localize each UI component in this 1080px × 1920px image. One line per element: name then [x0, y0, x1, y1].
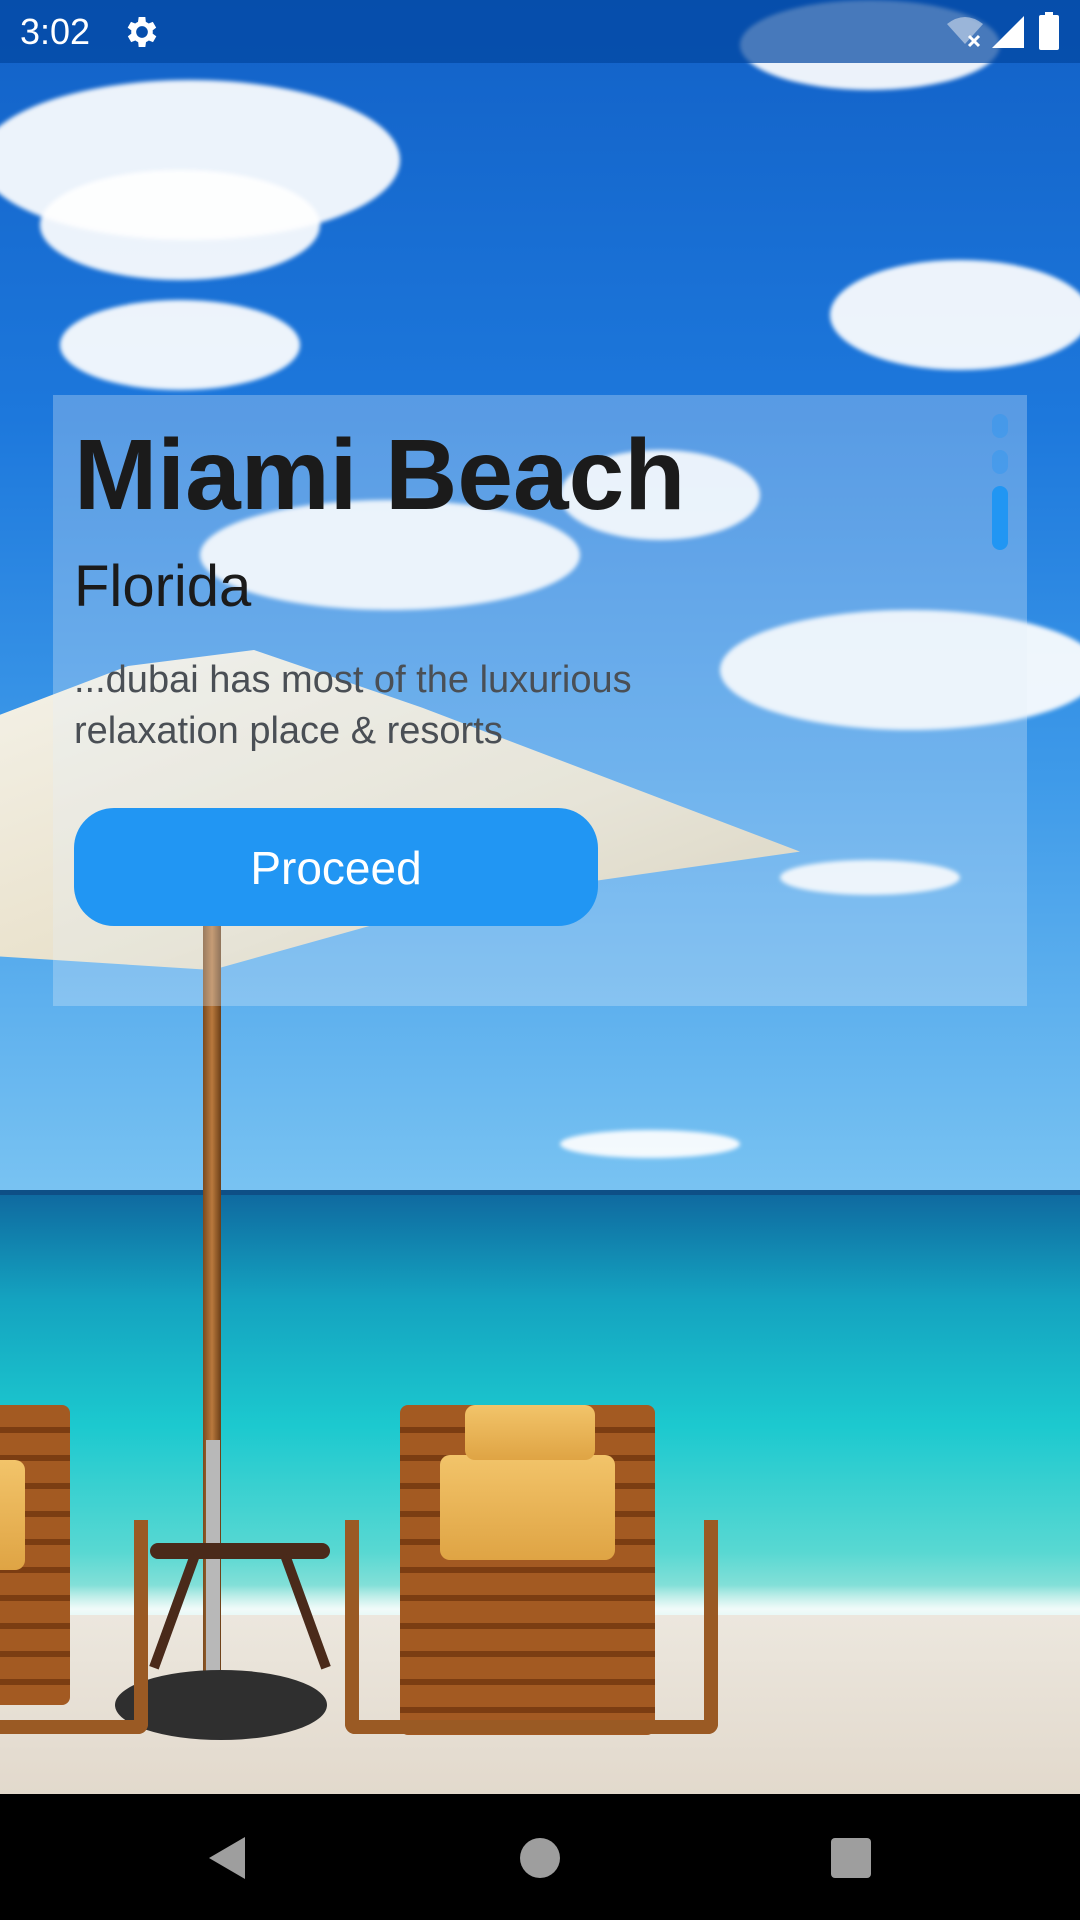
page-dot[interactable] — [992, 450, 1008, 474]
app-screen: 3:02 Miami Beach Florida ...dubai has mo… — [0, 0, 1080, 1920]
recents-icon[interactable] — [831, 1838, 871, 1878]
back-icon[interactable] — [205, 1835, 253, 1881]
page-indicator — [992, 414, 1008, 562]
page-dot-active[interactable] — [992, 486, 1008, 550]
wifi-off-icon — [945, 14, 985, 50]
home-icon[interactable] — [520, 1838, 560, 1878]
battery-icon — [1038, 12, 1060, 50]
signal-icon — [990, 14, 1026, 50]
destination-description: ...dubai has most of the luxurious relax… — [74, 659, 632, 752]
status-time: 3:02 — [20, 11, 91, 52]
page-dot[interactable] — [992, 414, 1008, 438]
destination-title: Miami Beach — [74, 419, 686, 531]
status-bar: 3:02 — [0, 0, 1080, 63]
destination-subtitle: Florida — [74, 554, 252, 619]
settings-icon — [122, 12, 162, 52]
proceed-button[interactable]: Proceed — [74, 808, 598, 926]
